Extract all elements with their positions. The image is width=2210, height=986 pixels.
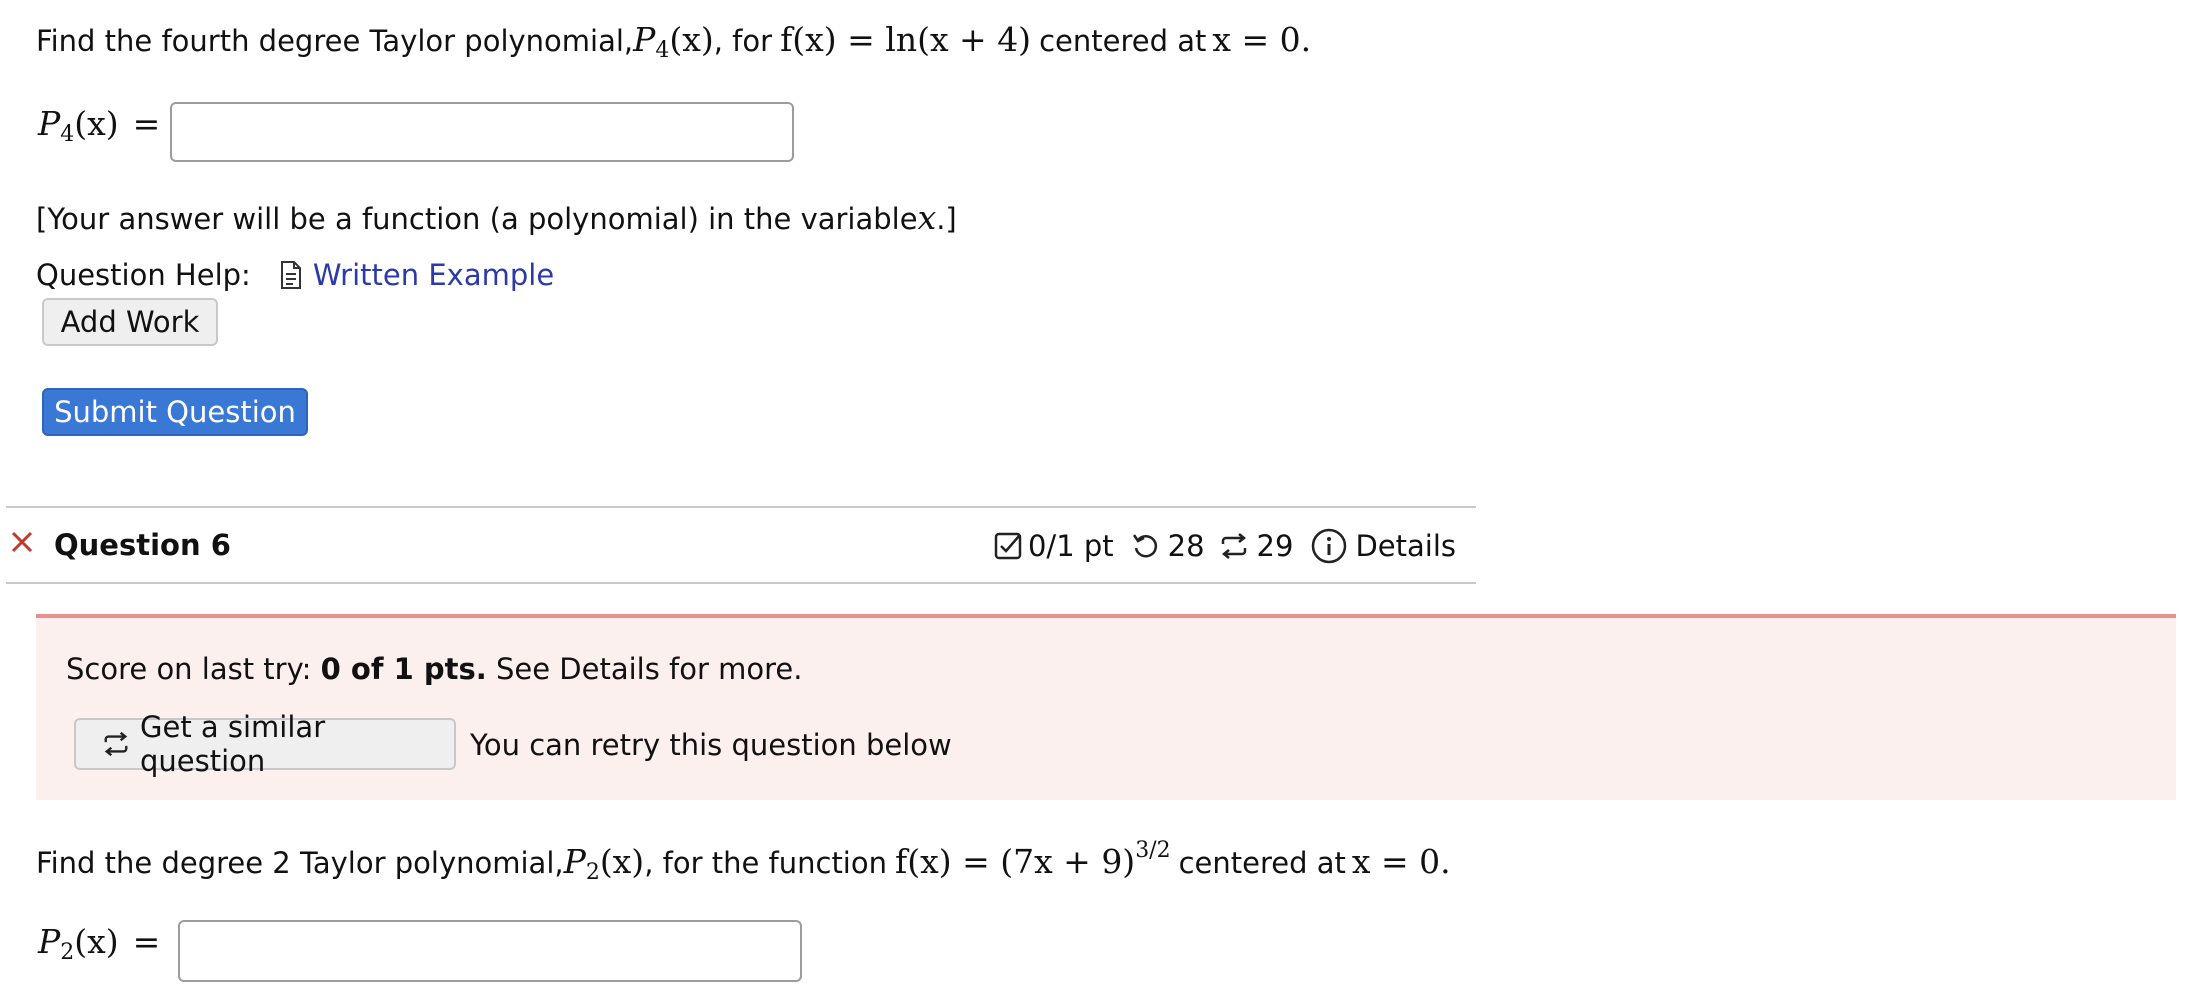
q6-header-top-divider: [6, 506, 1476, 508]
q6-header: Question 6 0/1 pt 28 29 Details: [6, 520, 1476, 580]
last-try-score: Score on last try: 0 of 1 pts. See Detai…: [66, 652, 803, 686]
q6-answer-label: P2(x) =: [38, 922, 161, 965]
q5-poly-symbol: P4(x): [633, 20, 714, 63]
q6-header-bottom-divider: [6, 582, 1476, 584]
q5-prompt: Find the fourth degree Taylor polynomial…: [36, 20, 1312, 63]
last-try-alert: Score on last try: 0 of 1 pts. See Detai…: [36, 614, 2176, 800]
retry-icon: [1130, 531, 1160, 561]
q6-title: Question 6: [54, 528, 231, 562]
info-icon[interactable]: [1311, 528, 1347, 564]
similar-question-icon: [102, 730, 130, 758]
document-icon: [279, 260, 303, 290]
help-label: Question Help:: [36, 258, 251, 292]
similar-question-icon: [1219, 531, 1249, 561]
written-example-link[interactable]: Written Example: [313, 258, 554, 292]
q6-prompt: Find the degree 2 Taylor polynomial, P2(…: [36, 838, 1451, 885]
q6-score: 0/1 pt: [1027, 529, 1114, 563]
get-similar-question-button[interactable]: Get a similar question: [74, 710, 456, 778]
q5-hint: [Your answer will be a function (a polyn…: [36, 198, 957, 237]
submit-question-button[interactable]: Submit Question: [42, 388, 308, 436]
q5-center: x = 0.: [1212, 20, 1312, 59]
q6-retries: 28: [1167, 529, 1205, 563]
q6-details-link[interactable]: Details: [1355, 529, 1456, 563]
q6-function: f(x) = (7x + 9)3/2: [895, 838, 1171, 881]
q5-function: f(x) = ln(x + 4): [780, 20, 1032, 59]
q5-answer-input[interactable]: [170, 102, 794, 162]
checkbox-icon: [994, 532, 1022, 560]
q5-question-help: Question Help: Written Example: [36, 258, 554, 292]
add-work-button[interactable]: Add Work: [42, 298, 218, 346]
q6-poly-symbol: P2(x): [563, 842, 645, 885]
q5-answer-label: P4(x) =: [38, 104, 161, 147]
retry-note: You can retry this question below: [470, 728, 952, 762]
q6-center: x = 0.: [1351, 842, 1451, 881]
q6-similar-count: 29: [1256, 529, 1294, 563]
get-similar-question-label: Get a similar question: [140, 710, 326, 778]
q6-meta: 0/1 pt 28 29 Details: [994, 528, 1456, 564]
x-mark-icon: [10, 530, 34, 554]
q6-answer-input[interactable]: [178, 920, 802, 982]
